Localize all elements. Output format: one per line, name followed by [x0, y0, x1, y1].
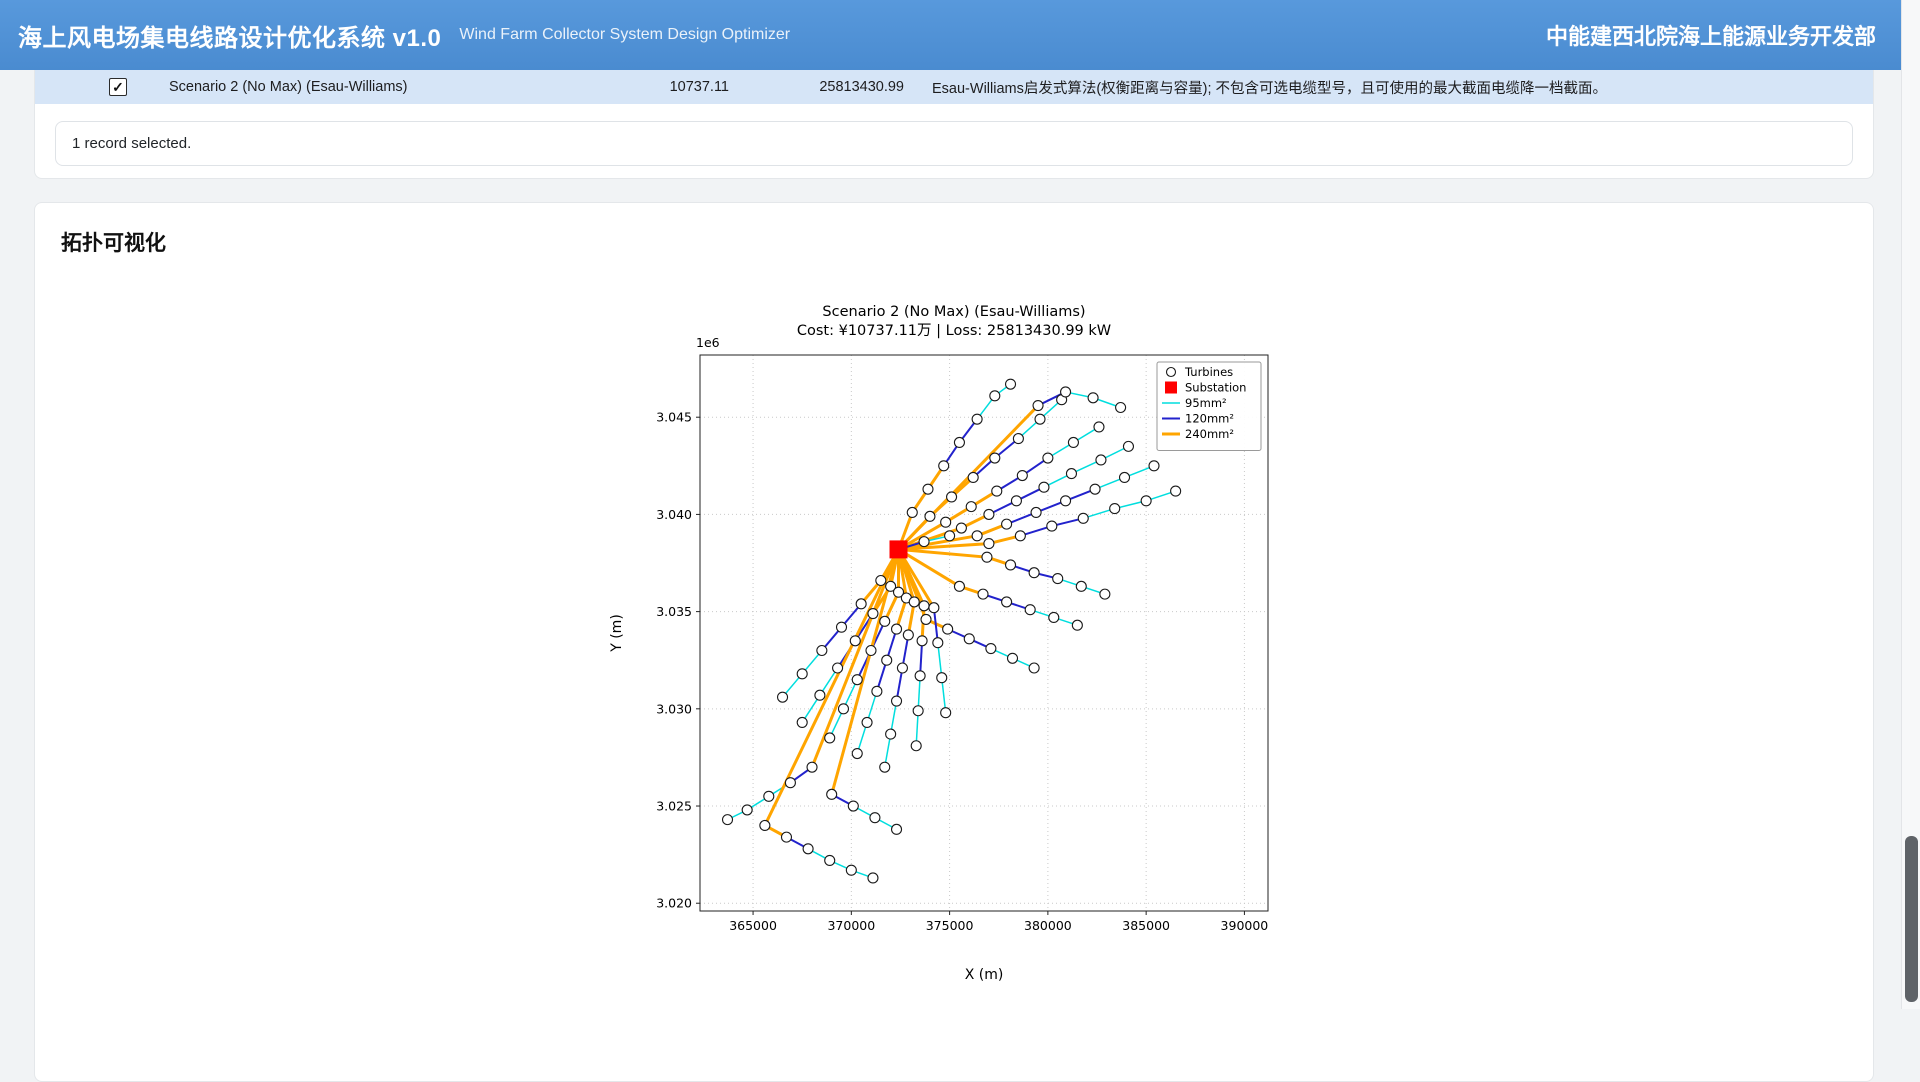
scenario-loss: 25813430.99 [735, 79, 910, 95]
scenario-table-card: ✓ Scenario 2 (No Max) (Esau-Williams) 10… [34, 70, 1874, 179]
svg-text:390000: 390000 [1221, 918, 1269, 933]
app-header: 海上风电场集电线路设计优化系统 v1.0 Wind Farm Collector… [0, 0, 1920, 70]
svg-text:385000: 385000 [1122, 918, 1170, 933]
svg-text:Turbines: Turbines [1184, 365, 1233, 379]
header-org: 中能建西北院海上能源业务开发部 [1546, 19, 1876, 51]
svg-text:3.035: 3.035 [656, 604, 692, 619]
scenario-cost: 10737.11 [575, 79, 735, 95]
svg-text:Y (m): Y (m) [609, 614, 625, 653]
svg-text:3.020: 3.020 [656, 896, 692, 911]
svg-text:1e6: 1e6 [696, 335, 720, 350]
svg-text:120mm²: 120mm² [1185, 412, 1234, 426]
scrollbar[interactable] [1901, 0, 1920, 1009]
svg-text:380000: 380000 [1024, 918, 1072, 933]
topology-card: 拓扑可视化 365000 370000 375000 380000 385000 3900… [34, 202, 1874, 1082]
scrollbar-thumb[interactable] [1905, 836, 1918, 1002]
svg-text:370000: 370000 [827, 918, 875, 933]
svg-text:375000: 375000 [926, 918, 974, 933]
svg-text:3.030: 3.030 [656, 701, 692, 716]
svg-text:3.025: 3.025 [656, 799, 692, 814]
scenario-description: Esau-Williams启发式算法(权衡距离与容量); 不包含可选电缆型号，且… [910, 77, 1873, 98]
topology-figure: 365000 370000 375000 380000 385000 390000 3.02… [604, 293, 1304, 998]
scenario-name: Scenario 2 (No Max) (Esau-Williams) [145, 79, 575, 95]
svg-text:3.045: 3.045 [656, 410, 692, 425]
topology-chart: 365000 370000 375000 380000 385000 390000 3.02… [604, 293, 1304, 993]
app-title: 海上风电场集电线路设计优化系统 v1.0 [18, 18, 441, 53]
selection-status: 1 record selected. [55, 121, 1853, 166]
svg-text:Substation: Substation [1185, 381, 1246, 395]
section-title: 拓扑可视化 [61, 227, 1873, 257]
app-subtitle: Wind Farm Collector System Design Optimi… [459, 26, 790, 44]
svg-text:95mm²: 95mm² [1185, 396, 1227, 410]
svg-text:Scenario 2 (No Max) (Esau-Will: Scenario 2 (No Max) (Esau-Williams) [822, 304, 1085, 320]
svg-text:X (m): X (m) [965, 967, 1004, 983]
scenario-checkbox-cell: ✓ [35, 78, 145, 96]
svg-text:3.040: 3.040 [656, 507, 692, 522]
checkbox-checked-icon[interactable]: ✓ [109, 78, 127, 96]
scenario-row[interactable]: ✓ Scenario 2 (No Max) (Esau-Williams) 10… [35, 70, 1873, 104]
svg-text:240mm²: 240mm² [1185, 427, 1234, 441]
svg-text:Cost: ¥10737.11万 | Loss: 25813: Cost: ¥10737.11万 | Loss: 25813430.99 kW [797, 323, 1111, 339]
svg-text:365000: 365000 [729, 918, 777, 933]
